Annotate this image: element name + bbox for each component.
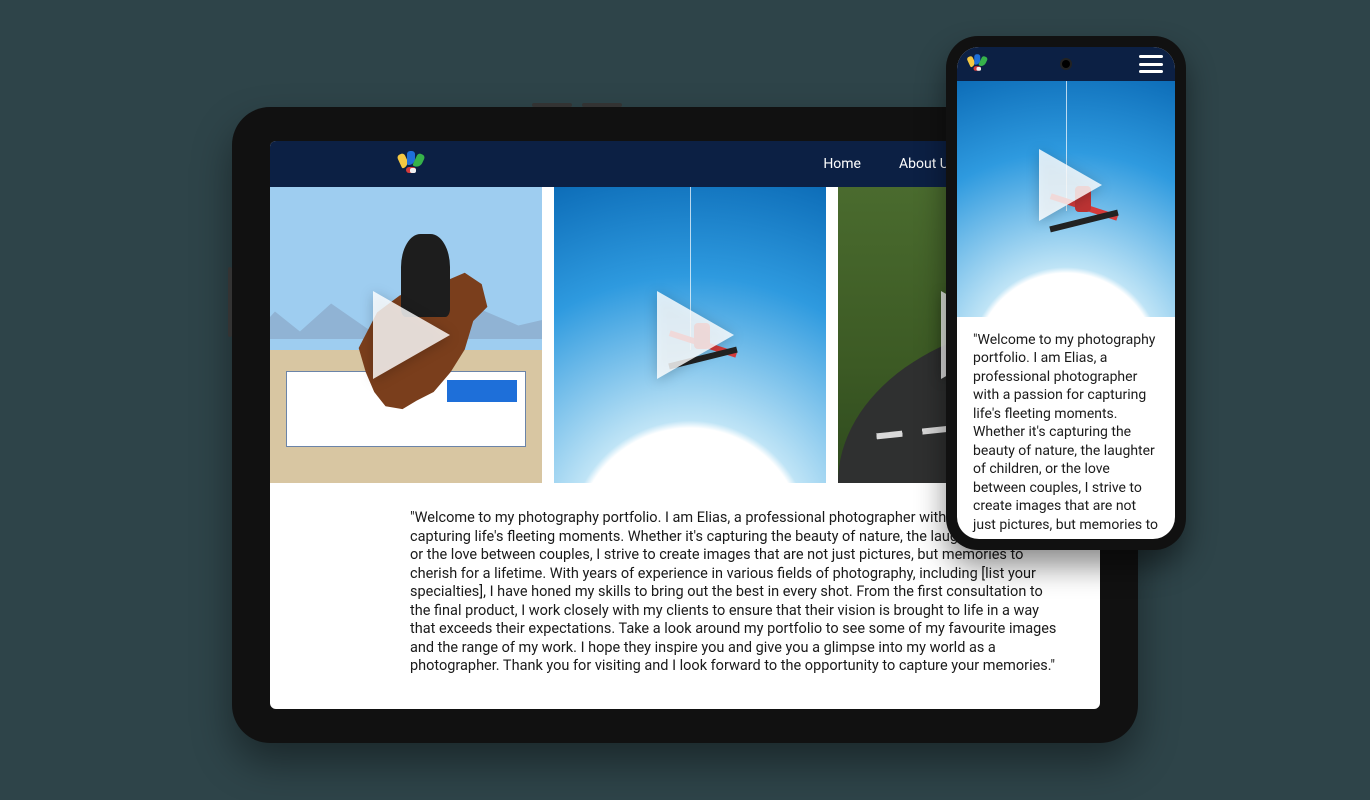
tablet-hw-button-vol-up xyxy=(582,103,622,107)
play-icon[interactable] xyxy=(635,280,745,390)
play-icon[interactable] xyxy=(1021,140,1111,230)
nav-link-home[interactable]: Home xyxy=(823,156,861,172)
phone-camera-notch xyxy=(1062,60,1070,68)
tablet-hw-button-side xyxy=(228,267,232,337)
tablet-hw-button-vol-down xyxy=(532,103,572,107)
hamburger-menu-icon[interactable] xyxy=(1139,55,1163,73)
phone-navbar xyxy=(957,47,1175,81)
video-card-horse[interactable] xyxy=(270,187,542,483)
logo-icon[interactable] xyxy=(969,56,986,73)
site-logo[interactable] xyxy=(400,153,422,175)
logo-icon xyxy=(400,153,422,175)
play-icon[interactable] xyxy=(351,280,461,390)
phone-device-frame: "Welcome to my photography portfolio. I … xyxy=(946,36,1186,550)
phone-intro-text: "Welcome to my photography portfolio. I … xyxy=(957,317,1175,539)
video-card-ski[interactable] xyxy=(554,187,826,483)
phone-screen: "Welcome to my photography portfolio. I … xyxy=(957,47,1175,539)
phone-hero-video[interactable] xyxy=(957,81,1175,317)
